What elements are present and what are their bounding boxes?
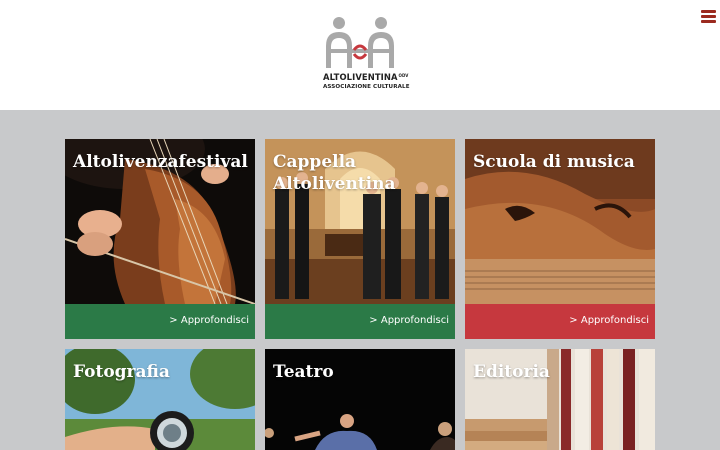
logo-subtitle: ASSOCIAZIONE CULTURALE (323, 84, 410, 90)
approfondisci-link[interactable]: > Approfondisci (169, 315, 249, 326)
approfondisci-link[interactable]: > Approfondisci (369, 315, 449, 326)
card-teatro[interactable]: Teatro (265, 349, 455, 450)
card-title[interactable]: Editoria (473, 361, 550, 383)
logo-name: ALTOLIVENTINAODV (323, 72, 409, 82)
hamburger-menu-icon[interactable] (701, 10, 716, 24)
card-title[interactable]: Teatro (273, 361, 334, 383)
card-editoria[interactable]: Editoria (465, 349, 655, 450)
card-scuola-di-musica[interactable]: Scuola di musica > Approfondisci (465, 139, 655, 339)
altoliventina-logo[interactable] (322, 16, 398, 94)
card-altolivenzafestival[interactable]: Altolivenzafestival > Approfondisci (65, 139, 255, 339)
card-title[interactable]: Fotografia (73, 361, 170, 383)
card-fotografia[interactable]: Fotografia (65, 349, 255, 450)
card-title[interactable]: Cappella Altoliventina (273, 151, 403, 195)
card-footer[interactable]: > Approfondisci (65, 304, 255, 339)
card-footer[interactable]: > Approfondisci (265, 304, 455, 339)
site-header: ALTOLIVENTINAODV ASSOCIAZIONE CULTURALE (0, 0, 720, 110)
card-footer[interactable]: > Approfondisci (465, 304, 655, 339)
approfondisci-link[interactable]: > Approfondisci (569, 315, 649, 326)
card-title[interactable]: Scuola di musica (473, 151, 635, 173)
card-title[interactable]: Altolivenzafestival (73, 151, 248, 173)
card-cappella-altoliventina[interactable]: Cappella Altoliventina > Approfondisci (265, 139, 455, 339)
